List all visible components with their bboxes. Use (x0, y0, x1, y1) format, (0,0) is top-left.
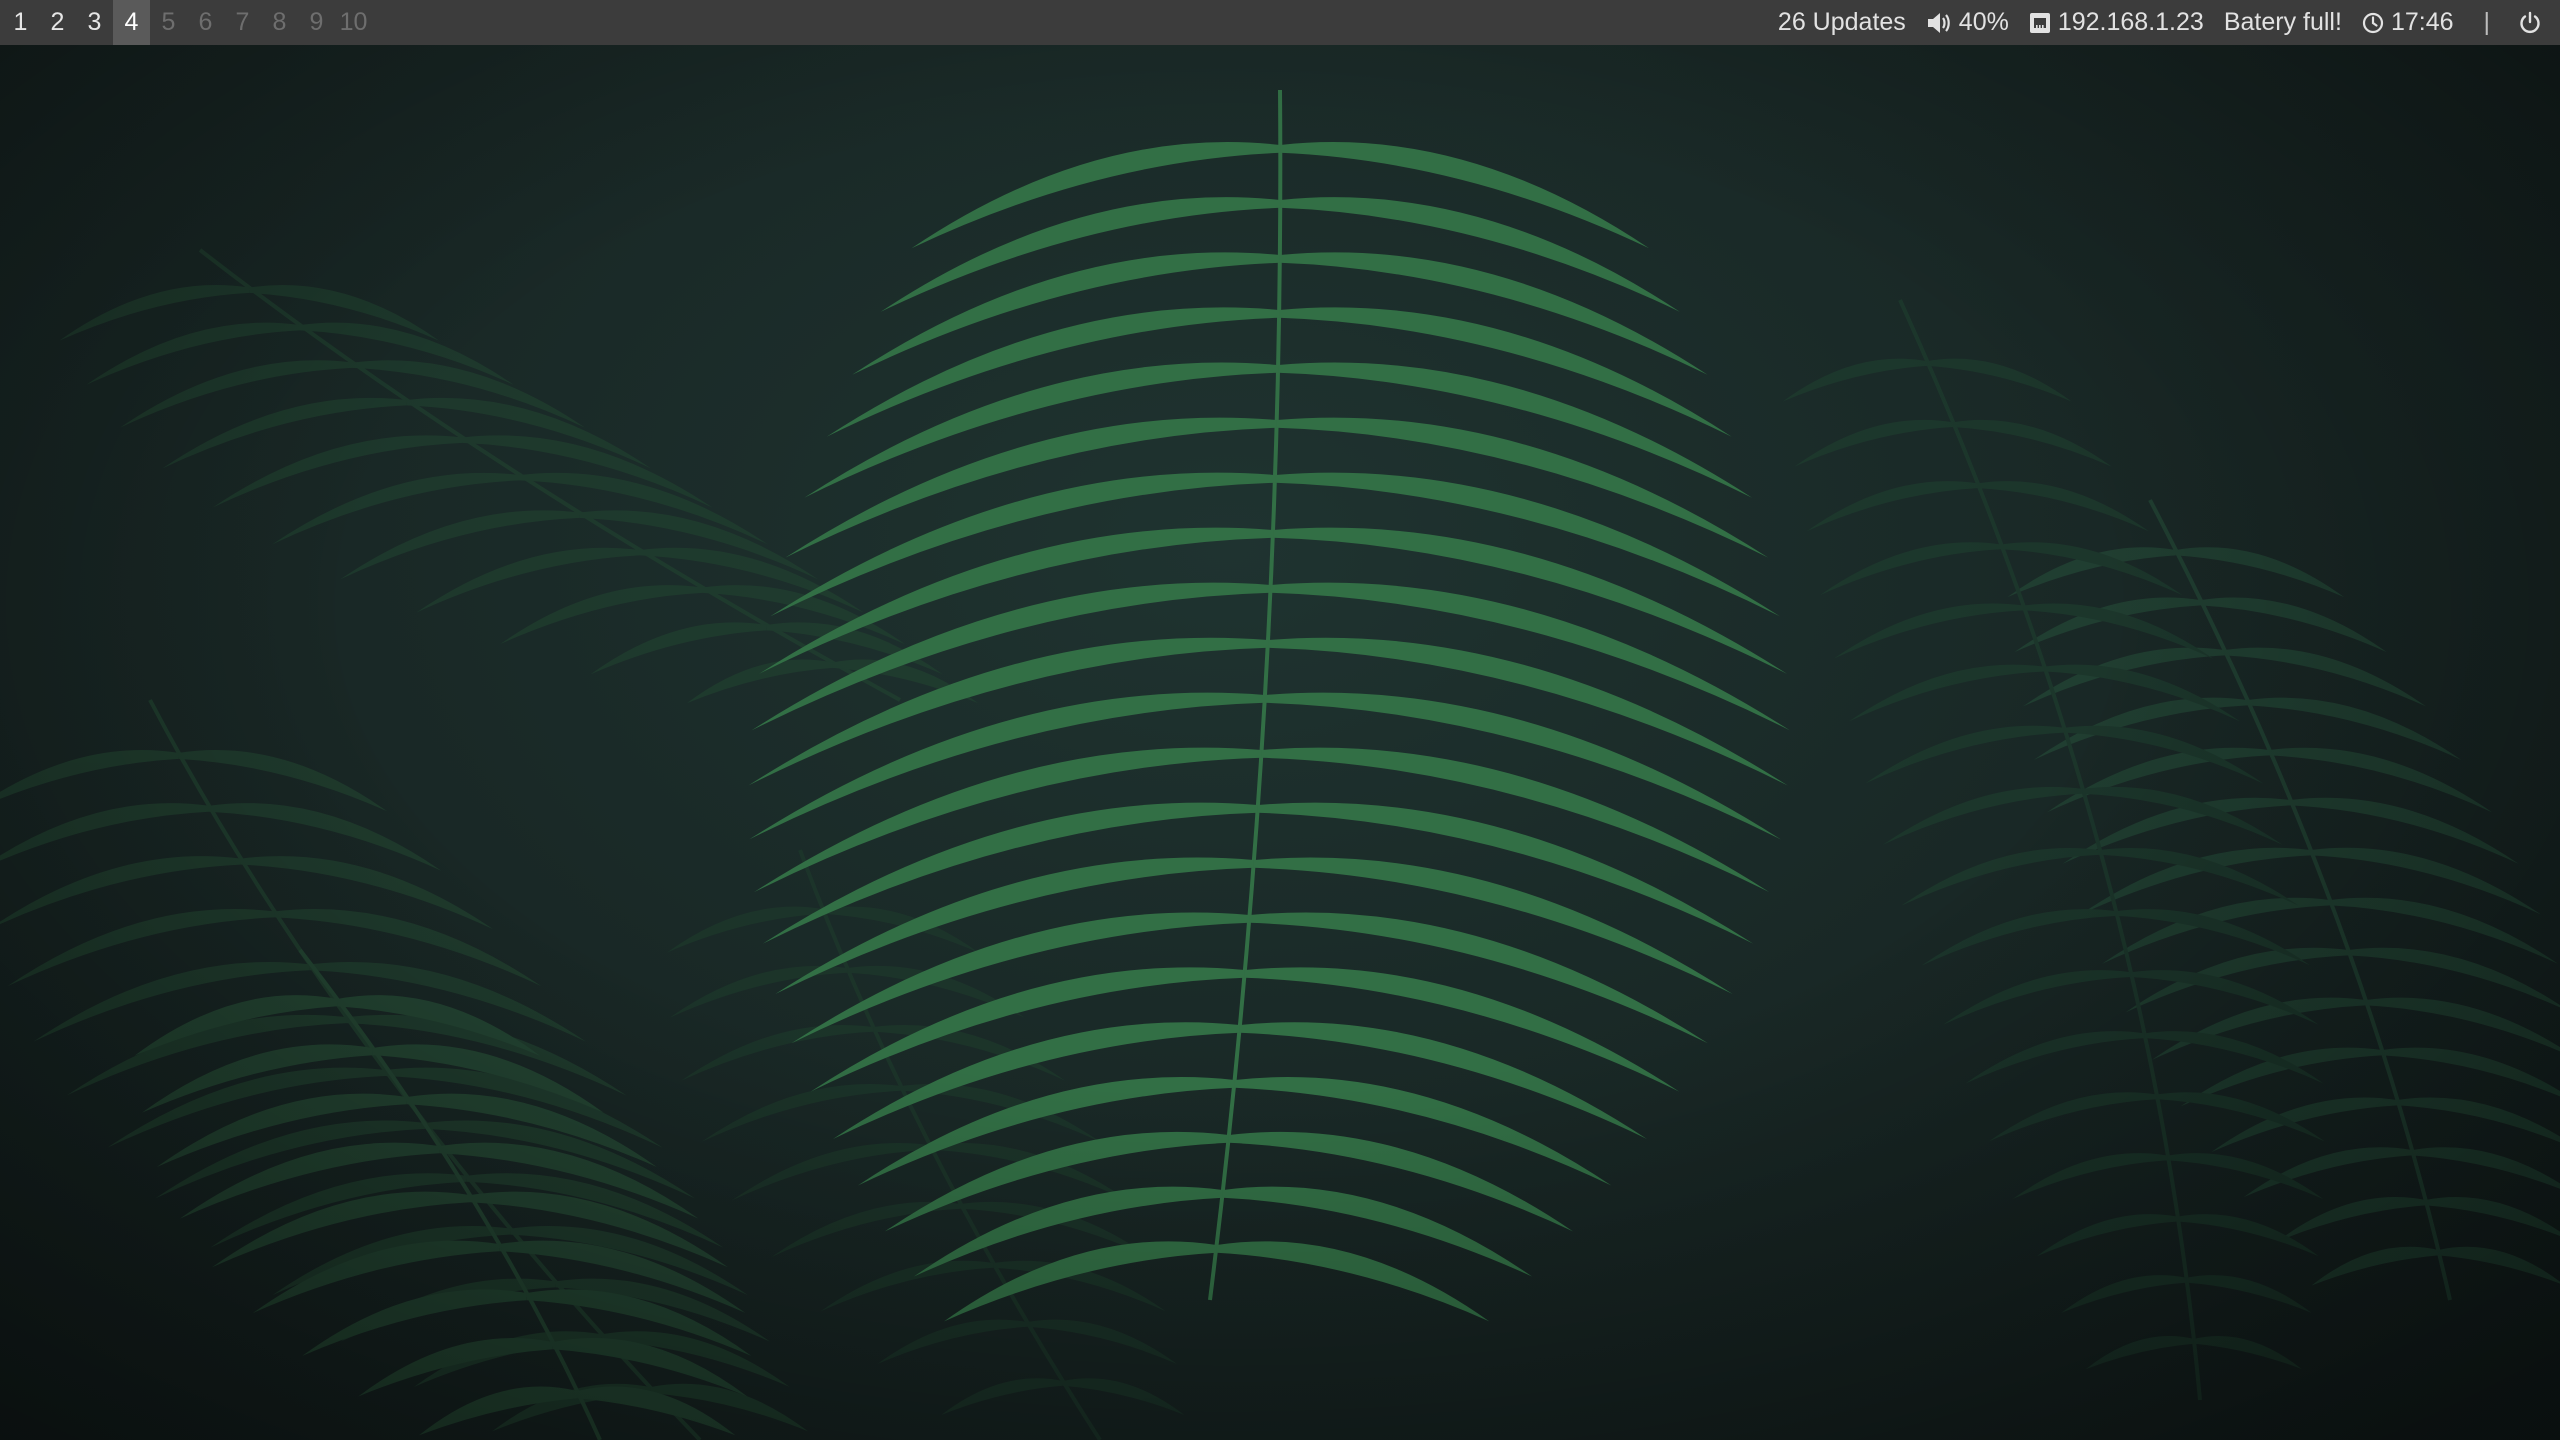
workspace-7[interactable]: 7 (224, 0, 261, 45)
top-status-bar: 1 2 3 4 5 6 7 8 9 10 26 Updates 40% 192.… (0, 0, 2560, 45)
clock-module[interactable]: 17:46 (2362, 0, 2454, 45)
battery-status: Batery full! (2223, 8, 2342, 36)
speaker-icon (1927, 12, 1950, 33)
workspace-4[interactable]: 4 (113, 0, 150, 45)
workspace-6[interactable]: 6 (187, 0, 224, 45)
updates-label: 26 Updates (1777, 8, 1906, 36)
fern-wallpaper (0, 0, 2560, 1440)
updates-module[interactable]: 26 Updates (1778, 0, 1906, 45)
separator: | (2483, 8, 2491, 36)
desktop[interactable]: 1 2 3 4 5 6 7 8 9 10 26 Updates 40% 192.… (0, 0, 2560, 1440)
workspace-1[interactable]: 1 (2, 0, 39, 45)
workspace-3[interactable]: 3 (76, 0, 113, 45)
network-module[interactable]: 192.168.1.23 (2029, 0, 2204, 45)
clock-icon (2362, 12, 2384, 33)
workspace-8[interactable]: 8 (261, 0, 298, 45)
power-icon (2520, 11, 2540, 33)
workspace-10[interactable]: 10 (335, 0, 372, 45)
workspace-switcher: 1 2 3 4 5 6 7 8 9 10 (0, 0, 372, 45)
volume-level: 40% (1958, 8, 2009, 36)
workspace-2[interactable]: 2 (39, 0, 76, 45)
ethernet-icon (2029, 12, 2050, 33)
status-modules: 26 Updates 40% 192.168.1.23 Batery full!… (1758, 0, 2560, 45)
workspace-9[interactable]: 9 (298, 0, 335, 45)
battery-module[interactable]: Batery full! (2224, 0, 2342, 45)
clock-time: 17:46 (2390, 8, 2454, 36)
power-button[interactable] (2518, 11, 2542, 35)
volume-module[interactable]: 40% (1926, 0, 2009, 45)
workspace-5[interactable]: 5 (150, 0, 187, 45)
ip-address: 192.168.1.23 (2057, 8, 2204, 36)
